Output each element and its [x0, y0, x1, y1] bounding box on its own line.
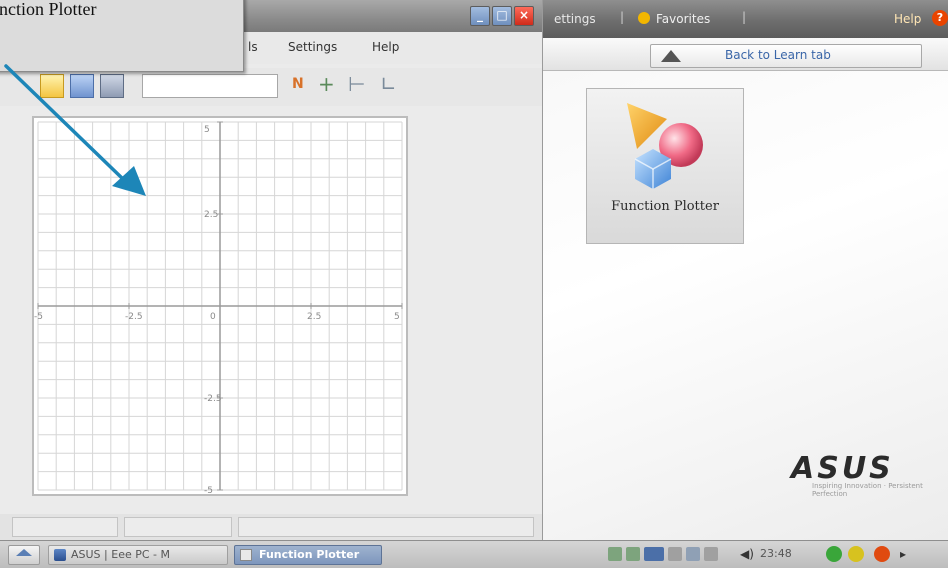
statusbar	[0, 514, 542, 540]
star-icon	[638, 12, 650, 24]
battery-icon[interactable]	[644, 547, 664, 561]
minimize-button[interactable]: _	[470, 6, 490, 26]
status-cell	[124, 517, 232, 537]
wifi-icon[interactable]	[608, 547, 622, 561]
launcher-panel: ettings | Favorites | Help ? Back to Lea…	[540, 0, 948, 540]
keyboard-icon[interactable]	[704, 547, 718, 561]
topbar-separator: |	[742, 10, 747, 24]
disk-icon[interactable]	[668, 547, 682, 561]
favorites-link[interactable]: Favorites	[656, 12, 710, 26]
settings-link[interactable]: ettings	[554, 12, 596, 26]
add-icon[interactable]: +	[318, 72, 335, 96]
y-tick-label: 2.5	[204, 210, 218, 220]
language-icon[interactable]	[686, 547, 700, 561]
back-to-learn-button[interactable]: Back to Learn tab	[650, 44, 922, 68]
status-cell	[238, 517, 534, 537]
system-tray: ◀) 23:48 ▸	[604, 545, 944, 563]
menu-tools[interactable]: ls	[248, 40, 258, 54]
axes-icon[interactable]: ∟	[380, 72, 397, 96]
maximize-button[interactable]: □	[492, 6, 512, 26]
y-tick-label: -2.5	[204, 394, 222, 404]
browser-icon	[54, 549, 66, 561]
back-row: Back to Learn tab	[542, 38, 948, 71]
close-button[interactable]: ×	[514, 6, 534, 26]
help-link[interactable]: Help	[894, 12, 921, 26]
y-tick-label: 5	[204, 125, 210, 135]
app-tile-label: Function Plotter	[611, 199, 719, 214]
function-plotter-app-tile[interactable]: Function Plotter	[586, 88, 744, 244]
asus-wordmark: ASUS	[789, 451, 894, 486]
menu-settings[interactable]: Settings	[288, 40, 337, 54]
up-arrow-icon	[661, 50, 681, 62]
green-status-icon[interactable]	[826, 546, 842, 562]
taskbar-item-asus[interactable]: ASUS | Eee PC - M	[48, 545, 228, 565]
x-tick-label: -2.5	[125, 312, 143, 322]
menu-help[interactable]: Help	[372, 40, 399, 54]
help-icon[interactable]: ?	[932, 10, 948, 26]
plot-function-icon[interactable]: N	[292, 72, 304, 96]
back-button-label: Back to Learn tab	[725, 48, 831, 62]
asus-tagline: Inspiring Innovation · Persistent Perfec…	[812, 482, 923, 498]
taskbar: ASUS | Eee PC - M Function Plotter ◀) 23…	[0, 540, 948, 568]
x-tick-label: 2.5	[307, 312, 321, 322]
taskbar-item-label: ASUS | Eee PC - M	[71, 548, 170, 561]
trace-icon[interactable]: ⊢	[348, 72, 365, 96]
home-icon	[16, 549, 32, 556]
callout-arrow	[4, 64, 146, 196]
x-tick-label: 5	[394, 312, 400, 322]
clock[interactable]: 23:48	[760, 547, 792, 560]
launcher-topbar: ettings | Favorites | Help ?	[542, 0, 948, 38]
volume-icon[interactable]: ◀)	[740, 547, 756, 561]
start-button[interactable]	[8, 545, 40, 565]
topbar-separator: |	[620, 10, 625, 24]
tray-expand-icon[interactable]: ▸	[900, 547, 910, 561]
x-tick-label: -5	[34, 312, 43, 322]
yellow-status-icon[interactable]	[848, 546, 864, 562]
origin-label: 0	[210, 312, 216, 322]
status-cell	[12, 517, 118, 537]
network-icon[interactable]	[626, 547, 640, 561]
y-tick-label: -5	[204, 486, 213, 494]
power-icon[interactable]	[874, 546, 890, 562]
taskbar-item-label: Function Plotter	[259, 548, 360, 561]
taskbar-item-function-plotter[interactable]: Function Plotter	[234, 545, 382, 565]
window-icon	[240, 549, 252, 561]
shapes-icon	[627, 103, 703, 189]
